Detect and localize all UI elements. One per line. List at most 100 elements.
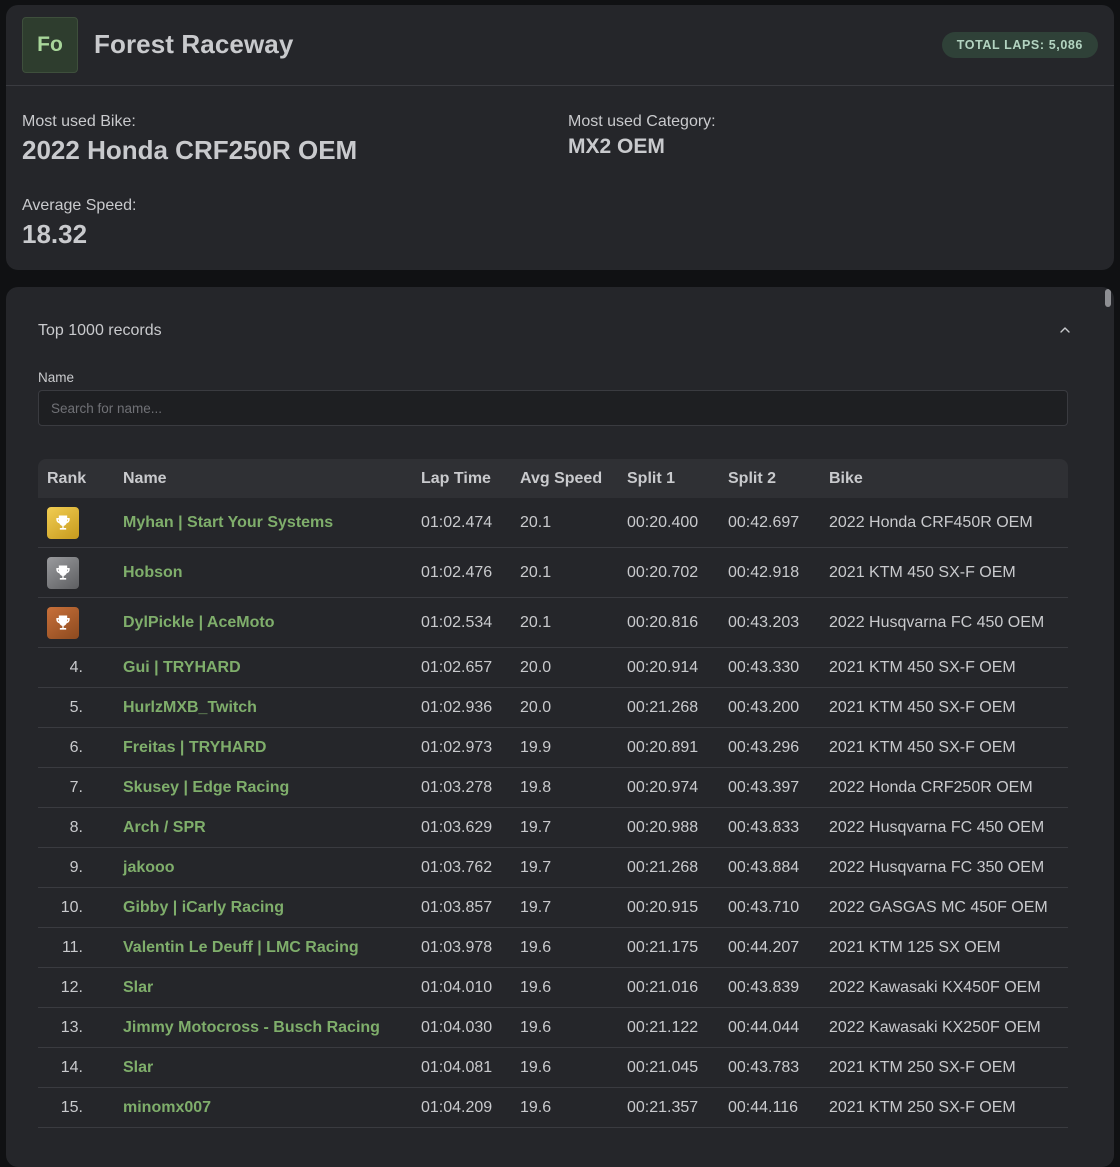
lap-time-cell: 01:04.030 [421,1007,520,1048]
table-row: 11. Valentin Le Deuff | LMC Racing 01:03.9… [38,927,1068,968]
rank-cell: 4. [38,647,123,688]
lap-time-cell: 01:03.978 [421,927,520,968]
player-name-link[interactable]: HurlzMXB_Twitch [123,699,257,716]
split2-cell: 00:42.918 [728,547,829,598]
most-used-bike-stat: Most used Bike: 2022 Honda CRF250R OEM [22,113,357,166]
most-used-bike-value: 2022 Honda CRF250R OEM [22,135,358,165]
column-header-name: Name [123,469,167,487]
table-row: 9. jakooo 01:03.762 19.7 00:21.268 00:43.884 2… [38,847,1068,888]
rank-number: 15. [60,1098,83,1116]
name-cell: Skusey | Edge Racing [123,767,421,808]
player-name-link[interactable]: Myhan | Start Your Systems [123,514,333,531]
split1-cell: 00:21.175 [627,927,728,968]
split2-cell: 00:43.397 [728,767,829,808]
table-row: 14. Slar 01:04.081 19.6 00:21.045 00:43.783 20… [38,1047,1068,1088]
split1-cell: 00:21.045 [627,1047,728,1088]
name-cell: Freitas | TRYHARD [123,727,421,768]
scrollbar[interactable] [1105,289,1111,307]
table-row: 4. Gui | TRYHARD 01:02.657 20.0 00:20.914 00:… [38,647,1068,688]
bike-cell: 2022 Husqvarna FC 450 OEM [829,597,1068,648]
rank-cell: 11. [38,927,123,968]
split2-cell: 00:43.296 [728,727,829,768]
column-header-lap-time: Lap Time [421,469,491,487]
rank-cell: 13. [38,1007,123,1048]
rank-number: 8. [69,818,83,836]
table-row: 7. Skusey | Edge Racing 01:03.278 19.8 00:20… [38,767,1068,808]
rank-cell: 7. [38,767,123,808]
bike-cell: 2021 KTM 125 SX OEM [829,927,1068,968]
split2-cell: 00:43.783 [728,1047,829,1088]
avg-speed-cell: 19.6 [520,1047,627,1088]
track-summary-card: Fo Forest Raceway TOTAL LAPS: 5,086 Most… [6,5,1114,270]
name-search-input[interactable] [38,390,1068,426]
chevron-up-icon[interactable] [1058,323,1072,337]
name-cell: Slar [123,967,421,1008]
split2-cell: 00:42.697 [728,498,829,548]
player-name-link[interactable]: Arch / SPR [123,819,206,836]
table-row: DylPickle | AceMoto 01:02.534 20.1 00:20.81… [38,597,1068,648]
table-row: 13. Jimmy Motocross - Busch Racing 01:04.0… [38,1007,1068,1048]
lap-time-cell: 01:03.629 [421,807,520,848]
name-cell: Slar [123,1047,421,1088]
player-name-link[interactable]: Jimmy Motocross - Busch Racing [123,1019,380,1036]
split1-cell: 00:21.357 [627,1087,728,1128]
player-name-link[interactable]: Hobson [123,564,183,581]
avg-speed-cell: 19.7 [520,847,627,888]
rank-number: 6. [69,738,83,756]
avg-speed-cell: 19.9 [520,727,627,768]
split2-cell: 00:43.203 [728,597,829,648]
split1-cell: 00:21.268 [627,847,728,888]
player-name-link[interactable]: Skusey | Edge Racing [123,779,289,796]
name-cell: Myhan | Start Your Systems [123,498,421,548]
split1-cell: 00:20.891 [627,727,728,768]
records-table-body: Myhan | Start Your Systems 01:02.474 20.1 0… [38,498,1068,1128]
split1-cell: 00:20.915 [627,887,728,928]
track-header: Fo Forest Raceway TOTAL LAPS: 5,086 [6,5,1114,86]
avg-speed-cell: 19.6 [520,927,627,968]
trophy-icon [47,506,79,539]
player-name-link[interactable]: Slar [123,979,153,996]
avg-speed-cell: 20.1 [520,547,627,598]
name-cell: minomx007 [123,1087,421,1128]
column-header-bike: Bike [829,469,863,487]
player-name-link[interactable]: Gibby | iCarly Racing [123,899,284,916]
avg-speed-cell: 19.6 [520,967,627,1008]
avg-speed-cell: 20.0 [520,647,627,688]
name-cell: DylPickle | AceMoto [123,597,421,648]
trophy-icon [47,556,79,589]
avg-speed-cell: 20.1 [520,597,627,648]
split2-cell: 00:43.330 [728,647,829,688]
player-name-link[interactable]: Slar [123,1059,153,1076]
bike-cell: 2022 Kawasaki KX250F OEM [829,1007,1068,1048]
bike-cell: 2021 KTM 450 SX-F OEM [829,687,1068,728]
player-name-link[interactable]: DylPickle | AceMoto [123,614,274,631]
avg-speed-cell: 19.6 [520,1007,627,1048]
column-header-rank: Rank [47,469,87,487]
most-used-bike-label: Most used Bike: [22,113,136,130]
average-speed-label: Average Speed: [22,197,137,214]
lap-time-cell: 01:02.936 [421,687,520,728]
name-cell: Jimmy Motocross - Busch Racing [123,1007,421,1048]
column-header-avg-speed: Avg Speed [520,469,603,487]
split2-cell: 00:43.833 [728,807,829,848]
most-used-category-stat: Most used Category: MX2 OEM [568,113,716,159]
rank-number: 9. [69,858,83,876]
split2-cell: 00:43.710 [728,887,829,928]
records-table-wrap: Rank Name Lap Time Avg Speed Split 1 Spl… [38,459,1068,1128]
player-name-link[interactable]: Freitas | TRYHARD [123,739,266,756]
rank-cell: 8. [38,807,123,848]
table-row: Myhan | Start Your Systems 01:02.474 20.1 0… [38,498,1068,548]
name-cell: Gui | TRYHARD [123,647,421,688]
player-name-link[interactable]: jakooo [123,859,175,876]
player-name-link[interactable]: Valentin Le Deuff | LMC Racing [123,939,359,956]
split1-cell: 00:20.816 [627,597,728,648]
average-speed-value: 18.32 [22,219,88,249]
split1-cell: 00:20.702 [627,547,728,598]
rank-number: 11. [61,938,83,956]
player-name-link[interactable]: Gui | TRYHARD [123,659,241,676]
split1-cell: 00:20.400 [627,498,728,548]
avg-speed-cell: 20.1 [520,498,627,548]
split1-cell: 00:20.974 [627,767,728,808]
lap-time-cell: 01:02.476 [421,547,520,598]
player-name-link[interactable]: minomx007 [123,1099,211,1116]
